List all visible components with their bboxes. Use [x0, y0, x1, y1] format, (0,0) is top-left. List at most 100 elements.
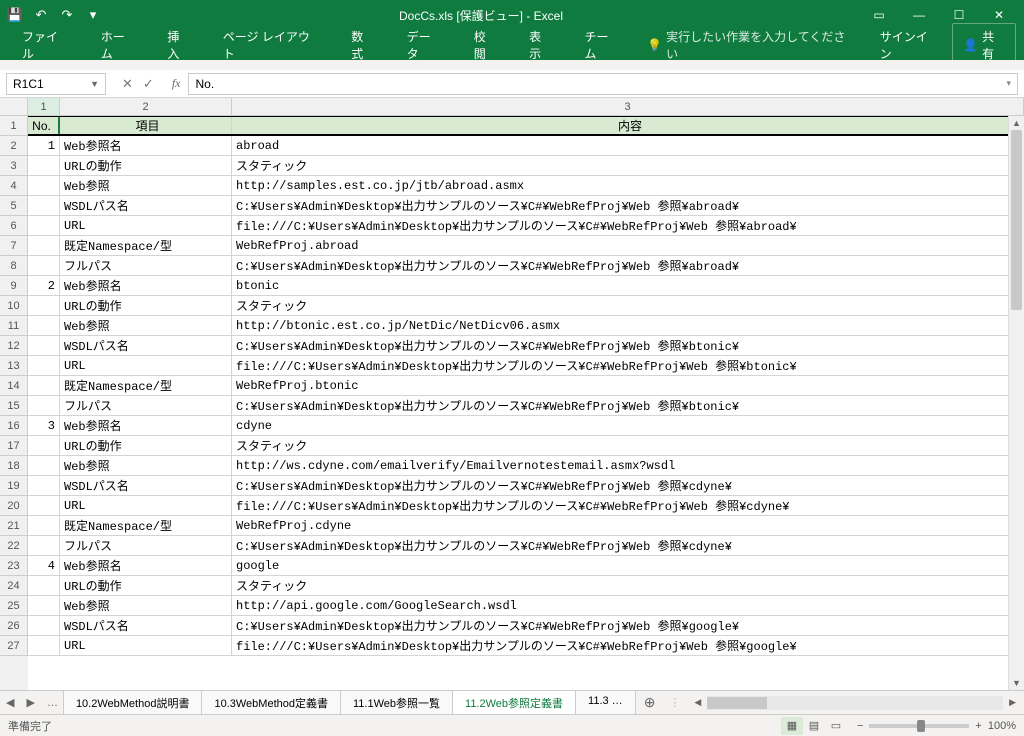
- cell[interactable]: WebRefProj.btonic: [232, 376, 1024, 395]
- tab-overflow-left[interactable]: …: [41, 697, 64, 709]
- horizontal-scrollbar[interactable]: ◀ ▶: [686, 696, 1024, 710]
- vertical-scrollbar[interactable]: ▲ ▼: [1008, 116, 1024, 690]
- cell[interactable]: C:¥Users¥Admin¥Desktop¥出力サンプルのソース¥C#¥Web…: [232, 256, 1024, 275]
- cell[interactable]: 3: [28, 416, 60, 435]
- cell[interactable]: [28, 336, 60, 355]
- cell[interactable]: [28, 296, 60, 315]
- cell[interactable]: [28, 396, 60, 415]
- zoom-slider[interactable]: [869, 724, 969, 728]
- row-header[interactable]: 14: [0, 376, 28, 396]
- cell[interactable]: Web参照: [60, 596, 232, 615]
- tab-nav-prev-icon[interactable]: ◀: [0, 696, 20, 709]
- cell[interactable]: [28, 156, 60, 175]
- cell[interactable]: URLの動作: [60, 576, 232, 595]
- sheet-tab[interactable]: 10.3WebMethod定義書: [201, 690, 341, 716]
- cell[interactable]: Web参照名: [60, 416, 232, 435]
- cell[interactable]: [28, 236, 60, 255]
- zoom-in-button[interactable]: +: [975, 720, 981, 732]
- row-header[interactable]: 26: [0, 616, 28, 636]
- row-header[interactable]: 23: [0, 556, 28, 576]
- cell[interactable]: http://api.google.com/GoogleSearch.wsdl: [232, 596, 1024, 615]
- row-header[interactable]: 15: [0, 396, 28, 416]
- cell[interactable]: URLの動作: [60, 296, 232, 315]
- hdr-no[interactable]: No.: [28, 117, 60, 134]
- cell[interactable]: [28, 456, 60, 475]
- zoom-out-button[interactable]: −: [857, 720, 863, 732]
- row-header[interactable]: 1: [0, 116, 28, 136]
- zoom-handle[interactable]: [917, 720, 925, 732]
- row-header[interactable]: 21: [0, 516, 28, 536]
- cell[interactable]: C:¥Users¥Admin¥Desktop¥出力サンプルのソース¥C#¥Web…: [232, 536, 1024, 555]
- cell[interactable]: フルパス: [60, 536, 232, 555]
- cell[interactable]: スタティック: [232, 576, 1024, 595]
- cell[interactable]: [28, 376, 60, 395]
- hdr-item[interactable]: 項目: [60, 117, 232, 134]
- cell[interactable]: file:///C:¥Users¥Admin¥Desktop¥出力サンプルのソー…: [232, 216, 1024, 235]
- select-all-button[interactable]: [0, 98, 28, 115]
- row-header[interactable]: 24: [0, 576, 28, 596]
- cell[interactable]: WSDLパス名: [60, 336, 232, 355]
- row-header[interactable]: 19: [0, 476, 28, 496]
- scroll-down-icon[interactable]: ▼: [1009, 676, 1024, 690]
- row-header[interactable]: 5: [0, 196, 28, 216]
- cell[interactable]: スタティック: [232, 436, 1024, 455]
- cell[interactable]: [28, 256, 60, 275]
- cell[interactable]: http://samples.est.co.jp/jtb/abroad.asmx: [232, 176, 1024, 195]
- cell[interactable]: URL: [60, 636, 232, 655]
- tab-nav-next-icon[interactable]: ▶: [20, 696, 40, 709]
- row-header[interactable]: 25: [0, 596, 28, 616]
- cell[interactable]: file:///C:¥Users¥Admin¥Desktop¥出力サンプルのソー…: [232, 496, 1024, 515]
- cell[interactable]: cdyne: [232, 416, 1024, 435]
- cell[interactable]: 2: [28, 276, 60, 295]
- name-box[interactable]: R1C1 ▼: [6, 73, 106, 95]
- cells[interactable]: No.項目内容1Web参照名abroadURLの動作スタティックWeb参照htt…: [28, 116, 1024, 690]
- cell[interactable]: [28, 516, 60, 535]
- cell[interactable]: C:¥Users¥Admin¥Desktop¥出力サンプルのソース¥C#¥Web…: [232, 396, 1024, 415]
- cell[interactable]: 既定Namespace/型: [60, 236, 232, 255]
- sheet-tab[interactable]: 11.1Web参照一覧: [340, 690, 453, 716]
- row-header[interactable]: 20: [0, 496, 28, 516]
- cell[interactable]: 既定Namespace/型: [60, 516, 232, 535]
- row-header[interactable]: 11: [0, 316, 28, 336]
- row-header[interactable]: 4: [0, 176, 28, 196]
- cell[interactable]: URLの動作: [60, 436, 232, 455]
- cell[interactable]: URL: [60, 216, 232, 235]
- row-header[interactable]: 12: [0, 336, 28, 356]
- cell[interactable]: C:¥Users¥Admin¥Desktop¥出力サンプルのソース¥C#¥Web…: [232, 196, 1024, 215]
- new-sheet-button[interactable]: ⊕: [636, 694, 664, 711]
- cell[interactable]: [28, 216, 60, 235]
- cell[interactable]: WSDLパス名: [60, 476, 232, 495]
- cell[interactable]: [28, 536, 60, 555]
- row-header[interactable]: 16: [0, 416, 28, 436]
- cell[interactable]: [28, 356, 60, 375]
- cell[interactable]: スタティック: [232, 296, 1024, 315]
- row-header[interactable]: 6: [0, 216, 28, 236]
- cell[interactable]: C:¥Users¥Admin¥Desktop¥出力サンプルのソース¥C#¥Web…: [232, 616, 1024, 635]
- cell[interactable]: URL: [60, 496, 232, 515]
- cell[interactable]: http://btonic.est.co.jp/NetDic/NetDicv06…: [232, 316, 1024, 335]
- sheet-tab[interactable]: 11.3 …: [575, 690, 636, 716]
- row-header[interactable]: 17: [0, 436, 28, 456]
- cell[interactable]: Web参照名: [60, 276, 232, 295]
- cell[interactable]: [28, 176, 60, 195]
- hscroll-thumb[interactable]: [707, 697, 767, 709]
- cell[interactable]: [28, 436, 60, 455]
- formula-input[interactable]: No. ▾: [188, 73, 1018, 95]
- cell[interactable]: [28, 196, 60, 215]
- row-header[interactable]: 9: [0, 276, 28, 296]
- cell[interactable]: C:¥Users¥Admin¥Desktop¥出力サンプルのソース¥C#¥Web…: [232, 476, 1024, 495]
- cell[interactable]: [28, 576, 60, 595]
- zoom-level[interactable]: 100%: [988, 720, 1016, 732]
- cell[interactable]: btonic: [232, 276, 1024, 295]
- cell[interactable]: Web参照名: [60, 556, 232, 575]
- view-normal-icon[interactable]: ▦: [781, 717, 803, 735]
- cell[interactable]: URL: [60, 356, 232, 375]
- cell[interactable]: 1: [28, 136, 60, 155]
- formula-expand-icon[interactable]: ▾: [1006, 78, 1011, 89]
- sheet-tab[interactable]: 11.2Web参照定義書: [452, 690, 576, 716]
- cell[interactable]: WebRefProj.cdyne: [232, 516, 1024, 535]
- cell[interactable]: abroad: [232, 136, 1024, 155]
- hscroll-left-icon[interactable]: ◀: [690, 697, 705, 708]
- cell[interactable]: 既定Namespace/型: [60, 376, 232, 395]
- cell[interactable]: Web参照: [60, 456, 232, 475]
